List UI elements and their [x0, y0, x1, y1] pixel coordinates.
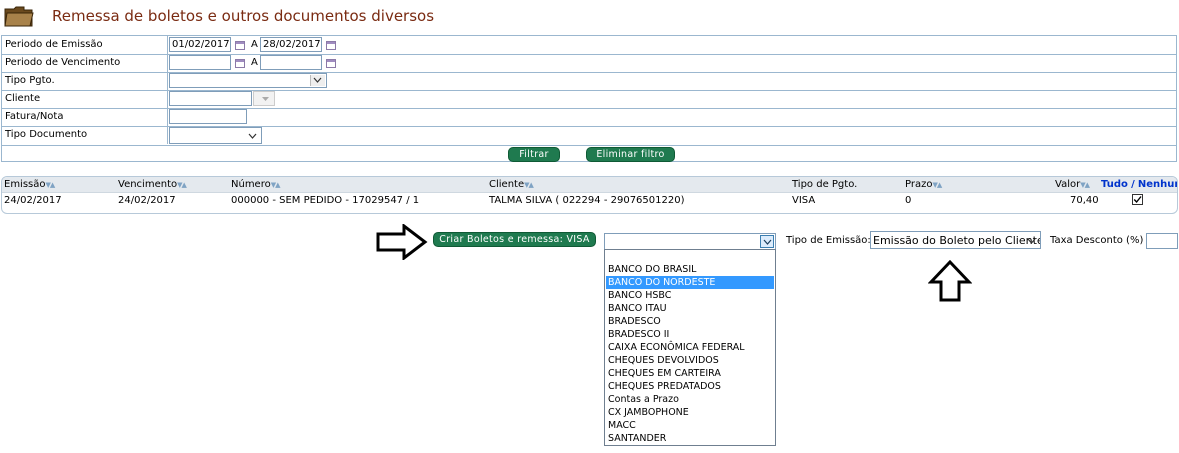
taxa-desconto-input[interactable] — [1146, 233, 1178, 249]
chevron-down-icon — [262, 97, 269, 101]
fatura-input[interactable] — [169, 109, 247, 124]
sort-icon[interactable]: ▼▲ — [271, 181, 281, 189]
vencimento-label: Periodo de Vencimento — [5, 57, 121, 68]
fatura-label: Fatura/Nota — [5, 111, 64, 122]
sort-icon[interactable]: ▼▲ — [932, 181, 942, 189]
vencimento-from-input[interactable] — [169, 55, 231, 70]
vencimento-to-input[interactable] — [260, 55, 322, 70]
cell-tipo-pgto: VISA — [792, 195, 816, 206]
list-item[interactable]: CHEQUES EM CARTEIRA — [606, 367, 774, 380]
filter-row-emissao: Periodo de Emissão 01/02/2017 A 28/02/20… — [2, 36, 1176, 55]
list-item[interactable]: MACC — [606, 419, 774, 432]
col-vencimento-header[interactable]: Vencimento▼▲ — [118, 179, 187, 190]
filtrar-button[interactable]: Filtrar — [508, 147, 560, 162]
select-all-link[interactable]: Tudo — [1101, 179, 1128, 190]
tipo-doc-label: Tipo Documento — [5, 129, 88, 140]
banco-select[interactable] — [604, 233, 776, 250]
emissao-from-input[interactable]: 01/02/2017 — [169, 37, 231, 52]
banco-dropdown-list: BANCO DO BRASIL BANCO DO NORDESTE BANCO … — [604, 249, 776, 446]
cell-valor: 70,40 — [1070, 195, 1099, 206]
cliente-label: Cliente — [5, 93, 41, 104]
page-title: Remessa de boletos e outros documentos d… — [52, 7, 435, 25]
folder-icon — [4, 4, 34, 28]
cliente-input[interactable] — [169, 91, 252, 106]
cliente-dropdown-button[interactable] — [253, 91, 275, 106]
list-item[interactable]: CHEQUES PREDATADOS — [606, 380, 774, 393]
tipo-pgto-label: Tipo Pgto. — [5, 75, 55, 86]
tipo-doc-select[interactable] — [169, 127, 262, 144]
col-cliente-header[interactable]: Cliente▼▲ — [489, 179, 534, 190]
list-item[interactable]: SANTANDER — [606, 432, 774, 445]
calendar-icon[interactable] — [235, 59, 245, 68]
cell-emissao: 24/02/2017 — [4, 195, 62, 206]
cell-prazo: 0 — [905, 195, 912, 206]
filter-form: Periodo de Emissão 01/02/2017 A 28/02/20… — [1, 35, 1177, 162]
cell-numero: 000000 - SEM PEDIDO - 17029547 / 1 — [231, 195, 420, 206]
col-prazo-header[interactable]: Prazo▼▲ — [905, 179, 942, 190]
col-tipo-pgto-header: Tipo de Pgto. — [792, 179, 858, 190]
eliminar-filtro-button[interactable]: Eliminar filtro — [586, 147, 675, 162]
calendar-icon[interactable] — [326, 59, 336, 68]
filter-row-tipo-doc: Tipo Documento — [2, 126, 1176, 146]
sort-icon[interactable]: ▼▲ — [177, 181, 187, 189]
filter-row-tipo-pgto: Tipo Pgto. — [2, 72, 1176, 91]
list-item[interactable]: CHEQUES DEVOLVIDOS — [606, 354, 774, 367]
sort-icon[interactable]: ▼▲ — [1080, 181, 1090, 189]
chevron-down-icon — [1027, 238, 1036, 244]
calendar-icon[interactable] — [235, 41, 245, 50]
col-emissao-header[interactable]: Emissão▼▲ — [4, 179, 56, 190]
list-item[interactable]: CX JAMBOPHONE — [606, 406, 774, 419]
emissao-label: Periodo de Emissão — [5, 39, 103, 50]
tipo-emissao-select[interactable]: Emissão do Boleto pelo Cliente — [870, 231, 1041, 249]
arrow-up-icon — [927, 259, 973, 305]
range-separator: A — [251, 57, 258, 68]
checkmark-icon — [1133, 196, 1142, 204]
tipo-emissao-value: Emissão do Boleto pelo Cliente — [873, 234, 1041, 247]
chevron-down-icon — [760, 235, 774, 248]
col-valor-header[interactable]: Valor▼▲ — [1055, 179, 1090, 190]
chevron-down-icon — [310, 75, 325, 86]
range-separator: A — [251, 39, 258, 50]
taxa-desconto-label: Taxa Desconto (%) — [1050, 235, 1144, 246]
arrow-right-icon — [376, 222, 428, 263]
grid-header: Emissão▼▲ Vencimento▼▲ Número▼▲ Cliente▼… — [2, 177, 1177, 193]
filter-row-cliente: Cliente — [2, 90, 1176, 109]
sort-icon[interactable]: ▼▲ — [524, 181, 534, 189]
chevron-down-icon — [248, 133, 257, 139]
cell-cliente: TALMA SILVA ( 022294 - 29076501220) — [489, 195, 685, 206]
col-numero-header[interactable]: Número▼▲ — [231, 179, 280, 190]
tipo-pgto-select[interactable] — [169, 73, 327, 88]
sort-icon[interactable]: ▼▲ — [46, 181, 56, 189]
link-separator: / — [1131, 179, 1135, 190]
list-item[interactable]: BANCO HSBC — [606, 289, 774, 302]
filter-row-fatura: Fatura/Nota — [2, 108, 1176, 127]
emissao-to-input[interactable]: 28/02/2017 — [260, 37, 322, 52]
list-item[interactable]: BRADESCO — [606, 315, 774, 328]
table-row: 24/02/2017 24/02/2017 000000 - SEM PEDID… — [2, 192, 1177, 212]
select-all-controls: Tudo / Nenhum — [1101, 179, 1177, 190]
list-item[interactable]: BANCO DO BRASIL — [606, 263, 774, 276]
list-item[interactable]: CAIXA ECONÔMICA FEDERAL — [606, 341, 774, 354]
list-item[interactable]: Contas a Prazo — [606, 393, 774, 406]
cell-vencimento: 24/02/2017 — [118, 195, 176, 206]
list-item[interactable]: BRADESCO II — [606, 328, 774, 341]
results-grid: Emissão▼▲ Vencimento▼▲ Número▼▲ Cliente▼… — [1, 176, 1178, 214]
select-none-link[interactable]: Nenhum — [1138, 179, 1177, 190]
row-checkbox[interactable] — [1132, 194, 1143, 205]
filter-row-vencimento: Periodo de Vencimento A — [2, 54, 1176, 73]
tipo-emissao-label: Tipo de Emissão: — [786, 235, 871, 246]
calendar-icon[interactable] — [326, 41, 336, 50]
criar-boletos-button[interactable]: Criar Boletos e remessa: VISA — [433, 232, 596, 247]
list-item[interactable] — [606, 250, 774, 263]
list-item[interactable]: BANCO ITAU — [606, 302, 774, 315]
list-item-selected[interactable]: BANCO DO NORDESTE — [606, 276, 774, 289]
